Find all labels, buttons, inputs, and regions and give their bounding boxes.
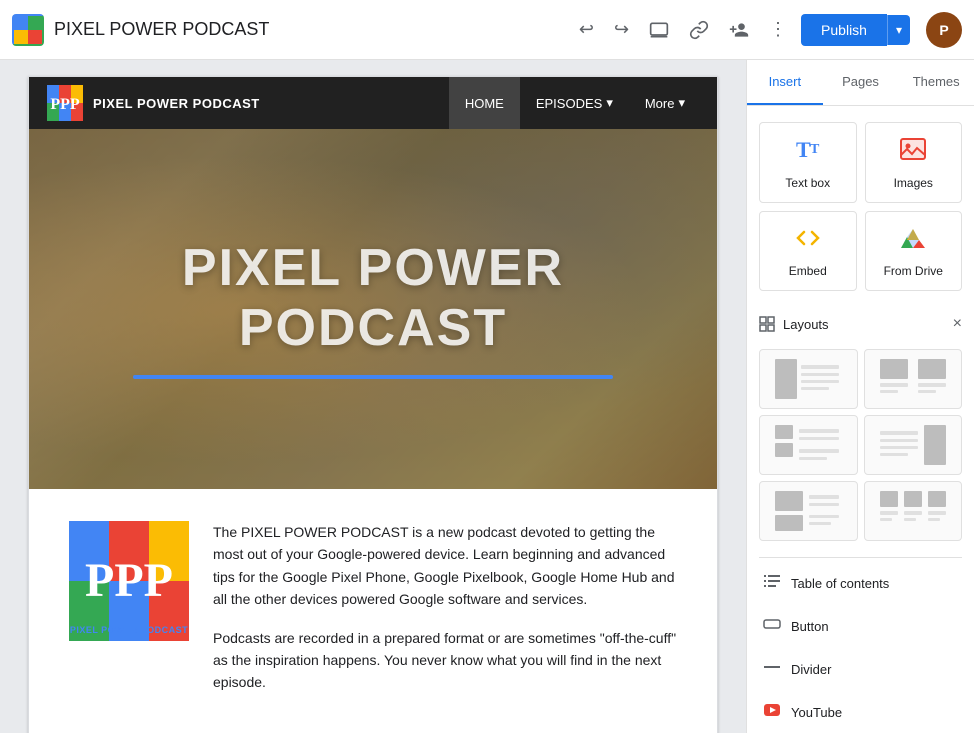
content-text: The PIXEL POWER PODCAST is a new podcast…	[213, 521, 677, 710]
redo-button[interactable]: ↪	[608, 13, 635, 46]
svg-text:PPP: PPP	[85, 554, 173, 607]
preview-button[interactable]	[643, 14, 675, 46]
panel-content: T T Text box	[747, 106, 974, 733]
embed-label: Embed	[789, 264, 827, 278]
nav-links: HOME EPISODES ▾ More ▾	[449, 77, 701, 129]
top-bar: PIXEL POWER PODCAST ↩ ↪ ⋮ Publish ▾ P	[0, 0, 974, 60]
layout-item-6[interactable]	[864, 481, 963, 541]
layouts-grid	[759, 349, 962, 541]
youtube-icon	[763, 701, 781, 724]
layouts-section-header: Layouts ×	[759, 307, 962, 341]
layout-item-2[interactable]	[864, 349, 963, 409]
ppp-logo-large: PPP PIXEL POWER PODCAST	[69, 521, 189, 641]
insert-images[interactable]: Images	[865, 122, 963, 203]
tab-insert[interactable]: Insert	[747, 60, 823, 105]
right-panel: Insert Pages Themes T T Text box	[746, 60, 974, 733]
undo-button[interactable]: ↩	[573, 13, 600, 46]
episodes-chevron-icon: ▾	[606, 95, 613, 111]
more-button[interactable]: ⋮	[763, 13, 793, 46]
canvas-area[interactable]: PPP PIXEL POWER PODCAST HOME EPISODES ▾ …	[0, 60, 746, 733]
divider-label: Divider	[791, 662, 831, 677]
svg-text:T: T	[810, 142, 820, 157]
toc-icon	[763, 572, 781, 595]
layout-item-3[interactable]	[759, 415, 858, 475]
button-icon	[763, 615, 781, 638]
content-paragraph-2: Podcasts are recorded in a prepared form…	[213, 627, 677, 694]
section-item-button[interactable]: Button	[759, 605, 962, 648]
insert-embed[interactable]: Embed	[759, 211, 857, 291]
layouts-icon	[759, 316, 775, 332]
content-logo: PPP PIXEL POWER PODCAST	[69, 521, 189, 646]
publish-arrow-button[interactable]: ▾	[887, 15, 910, 45]
content-paragraph-1: The PIXEL POWER PODCAST is a new podcast…	[213, 521, 677, 611]
nav-logo-image: PPP	[45, 83, 85, 123]
app-icon	[12, 14, 44, 46]
panel-tabs: Insert Pages Themes	[747, 60, 974, 106]
nav-logo: PPP PIXEL POWER PODCAST	[45, 83, 260, 123]
section-item-divider[interactable]: Divider	[759, 648, 962, 691]
drive-icon	[899, 224, 927, 258]
from-drive-label: From Drive	[884, 264, 943, 278]
site-hero: PIXEL POWER PODCAST	[29, 129, 717, 489]
hero-title: PIXEL POWER PODCAST	[182, 239, 564, 359]
layout-item-4[interactable]	[864, 415, 963, 475]
link-button[interactable]	[683, 14, 715, 46]
site-content: PPP PIXEL POWER PODCAST The PIXEL POWER …	[29, 489, 717, 733]
app-title: PIXEL POWER PODCAST	[54, 19, 573, 40]
section-item-youtube[interactable]: YouTube	[759, 691, 962, 733]
insert-from-drive[interactable]: From Drive	[865, 211, 963, 291]
tab-themes[interactable]: Themes	[898, 60, 974, 105]
svg-text:T: T	[796, 137, 811, 162]
toc-label: Table of contents	[791, 576, 889, 591]
text-box-icon: T T	[794, 135, 822, 170]
main-layout: PPP PIXEL POWER PODCAST HOME EPISODES ▾ …	[0, 60, 974, 733]
site-nav: PPP PIXEL POWER PODCAST HOME EPISODES ▾ …	[29, 77, 717, 129]
section-item-toc[interactable]: Table of contents	[759, 562, 962, 605]
divider-1	[759, 557, 962, 558]
divider-icon	[763, 658, 781, 681]
site-preview: PPP PIXEL POWER PODCAST HOME EPISODES ▾ …	[28, 76, 718, 733]
nav-logo-text: PIXEL POWER PODCAST	[93, 96, 260, 111]
images-icon	[899, 135, 927, 170]
embed-icon	[794, 224, 822, 258]
svg-text:PPP: PPP	[50, 96, 80, 113]
insert-text-box[interactable]: T T Text box	[759, 122, 857, 203]
toolbar-actions: ↩ ↪ ⋮ Publish ▾ P	[573, 12, 962, 48]
layout-item-5[interactable]	[759, 481, 858, 541]
publish-group: Publish ▾	[801, 14, 910, 46]
add-person-button[interactable]	[723, 14, 755, 46]
nav-link-home[interactable]: HOME	[449, 77, 520, 129]
layouts-close-button[interactable]: ×	[953, 315, 962, 333]
youtube-label: YouTube	[791, 705, 842, 720]
more-chevron-icon: ▾	[678, 95, 685, 111]
svg-text:PIXEL POWER PODCAST: PIXEL POWER PODCAST	[70, 625, 188, 635]
images-label: Images	[894, 176, 933, 190]
publish-button[interactable]: Publish	[801, 14, 887, 46]
insert-grid: T T Text box	[759, 122, 962, 291]
text-box-label: Text box	[785, 176, 830, 190]
layout-item-1[interactable]	[759, 349, 858, 409]
nav-link-more[interactable]: More ▾	[629, 77, 701, 129]
avatar[interactable]: P	[926, 12, 962, 48]
button-label: Button	[791, 619, 829, 634]
hero-line	[133, 375, 613, 379]
tab-pages[interactable]: Pages	[823, 60, 899, 105]
nav-link-episodes[interactable]: EPISODES ▾	[520, 77, 629, 129]
layouts-title: Layouts	[759, 316, 829, 332]
